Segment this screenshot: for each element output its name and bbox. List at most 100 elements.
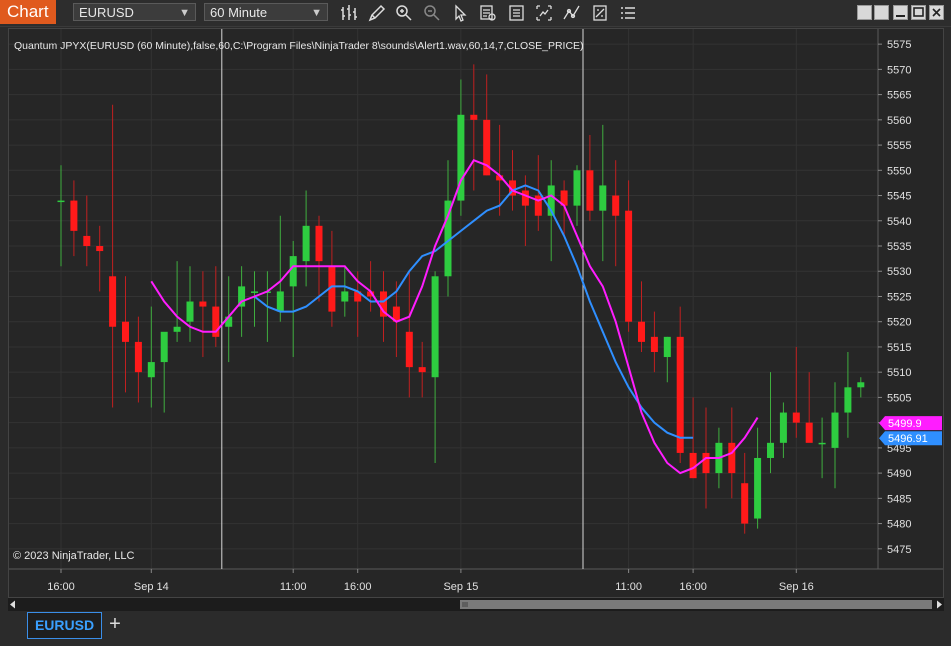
price-tick-label: 5570 [887, 64, 911, 76]
templates-icon[interactable] [590, 4, 610, 22]
price-tick-label: 5535 [887, 241, 911, 253]
candle-body [147, 362, 155, 378]
pencil-icon[interactable] [367, 4, 387, 22]
close-icon [932, 8, 941, 17]
candle-body [612, 195, 620, 216]
candle-body [754, 457, 762, 519]
indicator-label: Quantum JPYX(EURUSD (60 Minute),false,60… [14, 40, 584, 52]
strategies-icon[interactable] [534, 4, 554, 22]
candle-body [573, 170, 581, 206]
candle-body [83, 235, 91, 247]
candle-body [470, 114, 478, 120]
price-tick-label: 5555 [887, 140, 911, 152]
candle-body [186, 301, 194, 322]
price-chart[interactable]: 5475548054855490549555005505551055155520… [9, 29, 943, 597]
price-tick-label: 5575 [887, 39, 911, 51]
minimize-button[interactable] [893, 5, 908, 20]
interval-selector[interactable]: 60 Minute ▼ [204, 3, 328, 21]
scrollbar-graphic [10, 600, 942, 609]
toolbar: Chart EURUSD ▼ 60 Minute ▼ [0, 0, 951, 27]
candle-body [767, 442, 774, 458]
price-marker-label: 5496.91 [888, 433, 928, 445]
zoom-out-icon[interactable] [422, 4, 442, 22]
maximize-icon [913, 7, 924, 17]
properties-icon[interactable] [507, 4, 527, 22]
candle-body [586, 170, 594, 211]
candle-body [663, 336, 671, 358]
candle-body [792, 412, 800, 423]
price-tick-label: 5475 [887, 544, 911, 556]
candle-body [302, 225, 310, 262]
time-tick-label: Sep 14 [134, 581, 169, 593]
time-tick-label: 11:00 [280, 581, 307, 593]
time-tick-label: 16:00 [47, 581, 75, 593]
price-tick-label: 5505 [887, 392, 911, 404]
maximize-button[interactable] [911, 5, 926, 20]
candle-body [276, 291, 284, 312]
price-tick-label: 5510 [887, 367, 911, 379]
time-tick-label: 11:00 [615, 581, 642, 593]
chevron-down-icon: ▼ [311, 7, 322, 19]
scroll-thumb[interactable] [460, 600, 932, 609]
cursor-icon[interactable] [450, 4, 470, 22]
candle-body [315, 225, 323, 262]
tab-bar: EURUSD + [0, 611, 951, 646]
candle-body [341, 291, 349, 302]
candle-body [521, 190, 529, 206]
interval-value: 60 Minute [210, 5, 268, 20]
add-tab-button[interactable]: + [106, 613, 124, 637]
price-tick-label: 5480 [887, 519, 911, 531]
candle-body [741, 483, 749, 524]
candle-body [160, 331, 168, 363]
close-button[interactable] [929, 5, 944, 20]
candle-body [431, 276, 439, 378]
data-box-icon[interactable] [478, 4, 498, 22]
price-tick-label: 5530 [887, 266, 911, 278]
price-tick-label: 5550 [887, 165, 911, 177]
indicators-icon[interactable] [562, 4, 582, 22]
candle-body [857, 382, 865, 388]
chart-panel[interactable]: 5475548054855490549555005505551055155520… [8, 28, 944, 598]
candle-body [57, 200, 65, 203]
chevron-down-icon: ▼ [179, 7, 190, 19]
tab-eurusd[interactable]: EURUSD [27, 612, 102, 639]
scroll-right-arrow-icon[interactable] [937, 600, 942, 609]
candle-body [638, 321, 645, 342]
minimize-icon [896, 15, 905, 17]
candle-body [251, 291, 258, 293]
window-option-button[interactable] [857, 5, 872, 20]
candle-body [831, 412, 839, 448]
zoom-in-icon[interactable] [394, 4, 414, 22]
horizontal-scrollbar[interactable] [8, 598, 944, 611]
indicator-lines [150, 158, 759, 475]
candle-body [599, 185, 607, 211]
price-tick-label: 5560 [887, 115, 911, 127]
price-tick-label: 5485 [887, 493, 911, 505]
candle-body [289, 256, 297, 287]
instrument-selector[interactable]: EURUSD ▼ [73, 3, 196, 21]
price-tick-label: 5540 [887, 216, 911, 228]
candle-body [818, 442, 826, 445]
price-tick-label: 5490 [887, 468, 911, 480]
price-tick-label: 5565 [887, 90, 911, 102]
window-option-button[interactable] [874, 5, 889, 20]
candle-body [134, 341, 142, 373]
time-tick-label: 16:00 [679, 581, 707, 593]
bar-chart-icon[interactable] [339, 4, 359, 22]
time-tick-label: 16:00 [344, 581, 372, 593]
candle-body [122, 321, 129, 342]
candle-body [702, 452, 710, 474]
fast-line [150, 158, 759, 475]
candle-body [779, 412, 787, 443]
price-marker-label: 5499.9 [888, 418, 922, 430]
candle-body [173, 326, 181, 332]
scroll-left-arrow-icon[interactable] [10, 600, 15, 609]
price-tick-label: 5515 [887, 342, 911, 354]
app-title: Chart [0, 0, 56, 24]
time-tick-label: Sep 16 [779, 581, 814, 593]
list-icon[interactable] [618, 4, 638, 22]
candle-body [70, 200, 78, 231]
candle-body [728, 442, 736, 474]
price-tick-label: 5525 [887, 291, 911, 303]
candle-body [109, 276, 117, 327]
